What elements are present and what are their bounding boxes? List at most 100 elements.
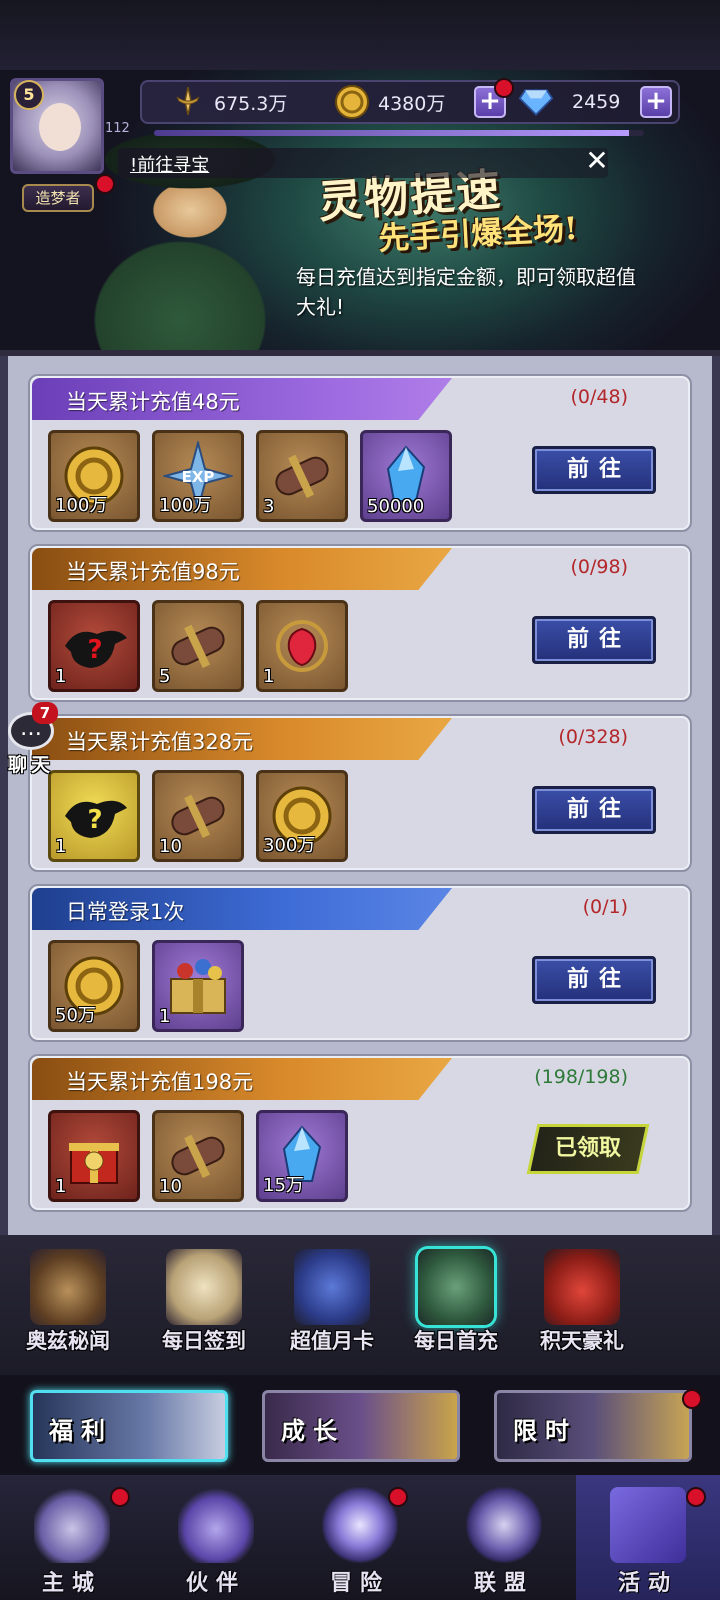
close-icon[interactable]: ✕ [582,146,612,176]
reward-item[interactable]: 100万 [48,430,140,522]
reward-quantity: 50000 [367,496,425,517]
reward-list: ? 1 10 300万 [48,770,348,864]
claimed-label: 已领取 [554,1136,621,1161]
month-card-icon [294,1249,370,1325]
reward-item[interactable]: 3 [256,430,348,522]
go-button[interactable]: 前往 [532,446,656,494]
reward-item[interactable]: 1 [48,1110,140,1202]
power-value: 675.3万 [214,92,288,115]
task-progress: (0/98) [570,556,629,578]
task-header: 当天累计充值328元 [32,718,452,760]
tab-cumulative-gift[interactable]: 积天豪礼 [522,1249,642,1367]
avatar-face [39,103,81,151]
reward-quantity: 1 [55,1176,67,1197]
task-card: 当天累计充值328元 (0/328) ? 1 10 300万 前往 [28,714,692,872]
task-card: 当天累计充值198元 (198/198) 1 10 15万 已领取 [28,1054,692,1212]
task-title: 当天累计充值98元 [66,560,240,584]
task-title: 当天累计充值328元 [66,730,254,754]
player-avatar[interactable]: 5 [8,78,108,198]
reward-quantity: 300万 [263,835,316,856]
welfare-button[interactable]: 福利 [30,1390,228,1462]
nav-activities[interactable]: 活动 [576,1475,720,1600]
go-button[interactable]: 前往 [532,616,656,664]
player-vip-level: 112 [105,121,130,136]
nav-adventure[interactable]: 冒险 [288,1475,432,1600]
tab-daily-first-recharge[interactable]: 每日首充 [396,1249,516,1367]
growth-button[interactable]: 成长 [262,1390,460,1462]
chat-label[interactable]: 聊天 [8,750,54,777]
tab-daily-signin[interactable]: 每日签到 [144,1249,264,1367]
feature-row: 福利 成长 限时 [0,1375,720,1475]
activity-tab-bar: 奥兹秘闻 每日签到 超值月卡 每日首充 积天豪礼 [0,1235,720,1375]
reward-item[interactable]: 15万 [256,1110,348,1202]
xp-bar [154,130,644,136]
reward-item[interactable]: 10 [152,1110,244,1202]
player-title-badge[interactable]: 造梦者 [22,184,94,212]
task-header: 当天累计充值48元 [32,378,452,420]
tab-month-card[interactable]: 超值月卡 [272,1249,392,1367]
feature-label: 福利 [49,1417,113,1445]
quill-scroll-icon [166,1249,242,1325]
power-display: 675.3万 [170,86,287,118]
starfield-background [0,0,720,70]
reward-quantity: 1 [263,666,275,687]
tab-label: 每日签到 [162,1329,246,1353]
reward-quantity: 10 [159,836,182,857]
cards-icon [610,1487,686,1563]
reward-item[interactable]: EXP 100万 [152,430,244,522]
task-title: 当天累计充值198元 [66,1070,254,1094]
nav-label: 活动 [617,1571,678,1596]
svg-text:?: ? [87,635,102,665]
notification-dot [686,1487,706,1507]
diamond-icon [518,86,554,118]
notification-dot [494,78,514,98]
go-button[interactable]: 前往 [532,956,656,1004]
task-list-panel: 当天累计充值48元 (0/48) 100万 EXP 100万 3 50000 前… [0,350,720,1235]
tab-oz-secrets[interactable]: 奥兹秘闻 [8,1249,128,1367]
shield-icon [466,1487,542,1563]
sword-icon [170,86,206,118]
reward-item[interactable]: ? 1 [48,600,140,692]
reward-item[interactable]: 50万 [48,940,140,1032]
reward-quantity: 10 [159,1176,182,1197]
diamond-display: 2459 [518,86,620,118]
reward-quantity: 5 [159,666,171,687]
player-level-badge: 5 [14,80,44,110]
reward-quantity: 1 [55,836,67,857]
add-diamond-button[interactable]: + [640,86,672,118]
banner-description: 每日充值达到指定金额，即可领取超值大礼! [296,265,636,319]
reward-list: 50万 1 [48,940,244,1034]
svg-text:?: ? [87,805,102,835]
task-header: 当天累计充值198元 [32,1058,452,1100]
go-button[interactable]: 前往 [532,786,656,834]
nav-label: 主城 [41,1571,102,1596]
reward-item[interactable]: 5 [152,600,244,692]
bottom-nav: 主城 伙伴 冒险 联盟 活动 [0,1475,720,1600]
nav-partners[interactable]: 伙伴 [144,1475,288,1600]
reward-item[interactable]: ? 1 [48,770,140,862]
announcement-ticker[interactable]: !前往寻宝 [118,148,608,178]
reward-item[interactable]: 1 [152,940,244,1032]
limited-time-button[interactable]: 限时 [494,1390,692,1462]
ticker-text[interactable]: !前往寻宝 [130,151,209,177]
notification-dot [110,1487,130,1507]
reward-item[interactable]: 50000 [360,430,452,522]
notification-dot [95,174,115,194]
reward-list: 1 10 15万 [48,1110,348,1204]
feature-label: 限时 [513,1417,577,1445]
gold-display: 4380万 [334,85,445,119]
nav-alliance[interactable]: 联盟 [432,1475,576,1600]
wizard-hat-icon [178,1487,254,1563]
chat-button[interactable]: … 7 聊天 [2,702,62,777]
nav-main-city[interactable]: 主城 [0,1475,144,1600]
task-card: 当天累计充值48元 (0/48) 100万 EXP 100万 3 50000 前… [28,374,692,532]
reward-quantity: 100万 [55,495,108,516]
witch-icon [418,1249,494,1325]
chat-unread-badge: 7 [32,702,58,724]
nav-label: 联盟 [473,1571,534,1596]
reward-item[interactable]: 300万 [256,770,348,862]
nav-label: 冒险 [329,1571,390,1596]
reward-item[interactable]: 10 [152,770,244,862]
notification-dot [682,1389,702,1409]
reward-item[interactable]: 1 [256,600,348,692]
